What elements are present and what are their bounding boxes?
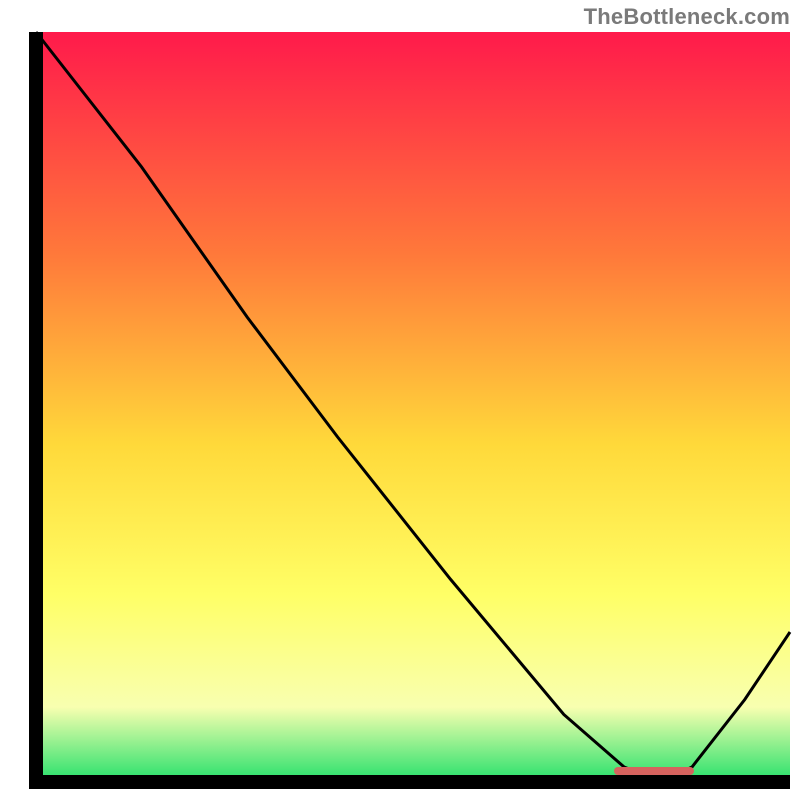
- plot-background: [36, 32, 790, 782]
- optimum-marker: [614, 767, 694, 775]
- bottleneck-chart: [0, 0, 800, 800]
- chart-stage: TheBottleneck.com: [0, 0, 800, 800]
